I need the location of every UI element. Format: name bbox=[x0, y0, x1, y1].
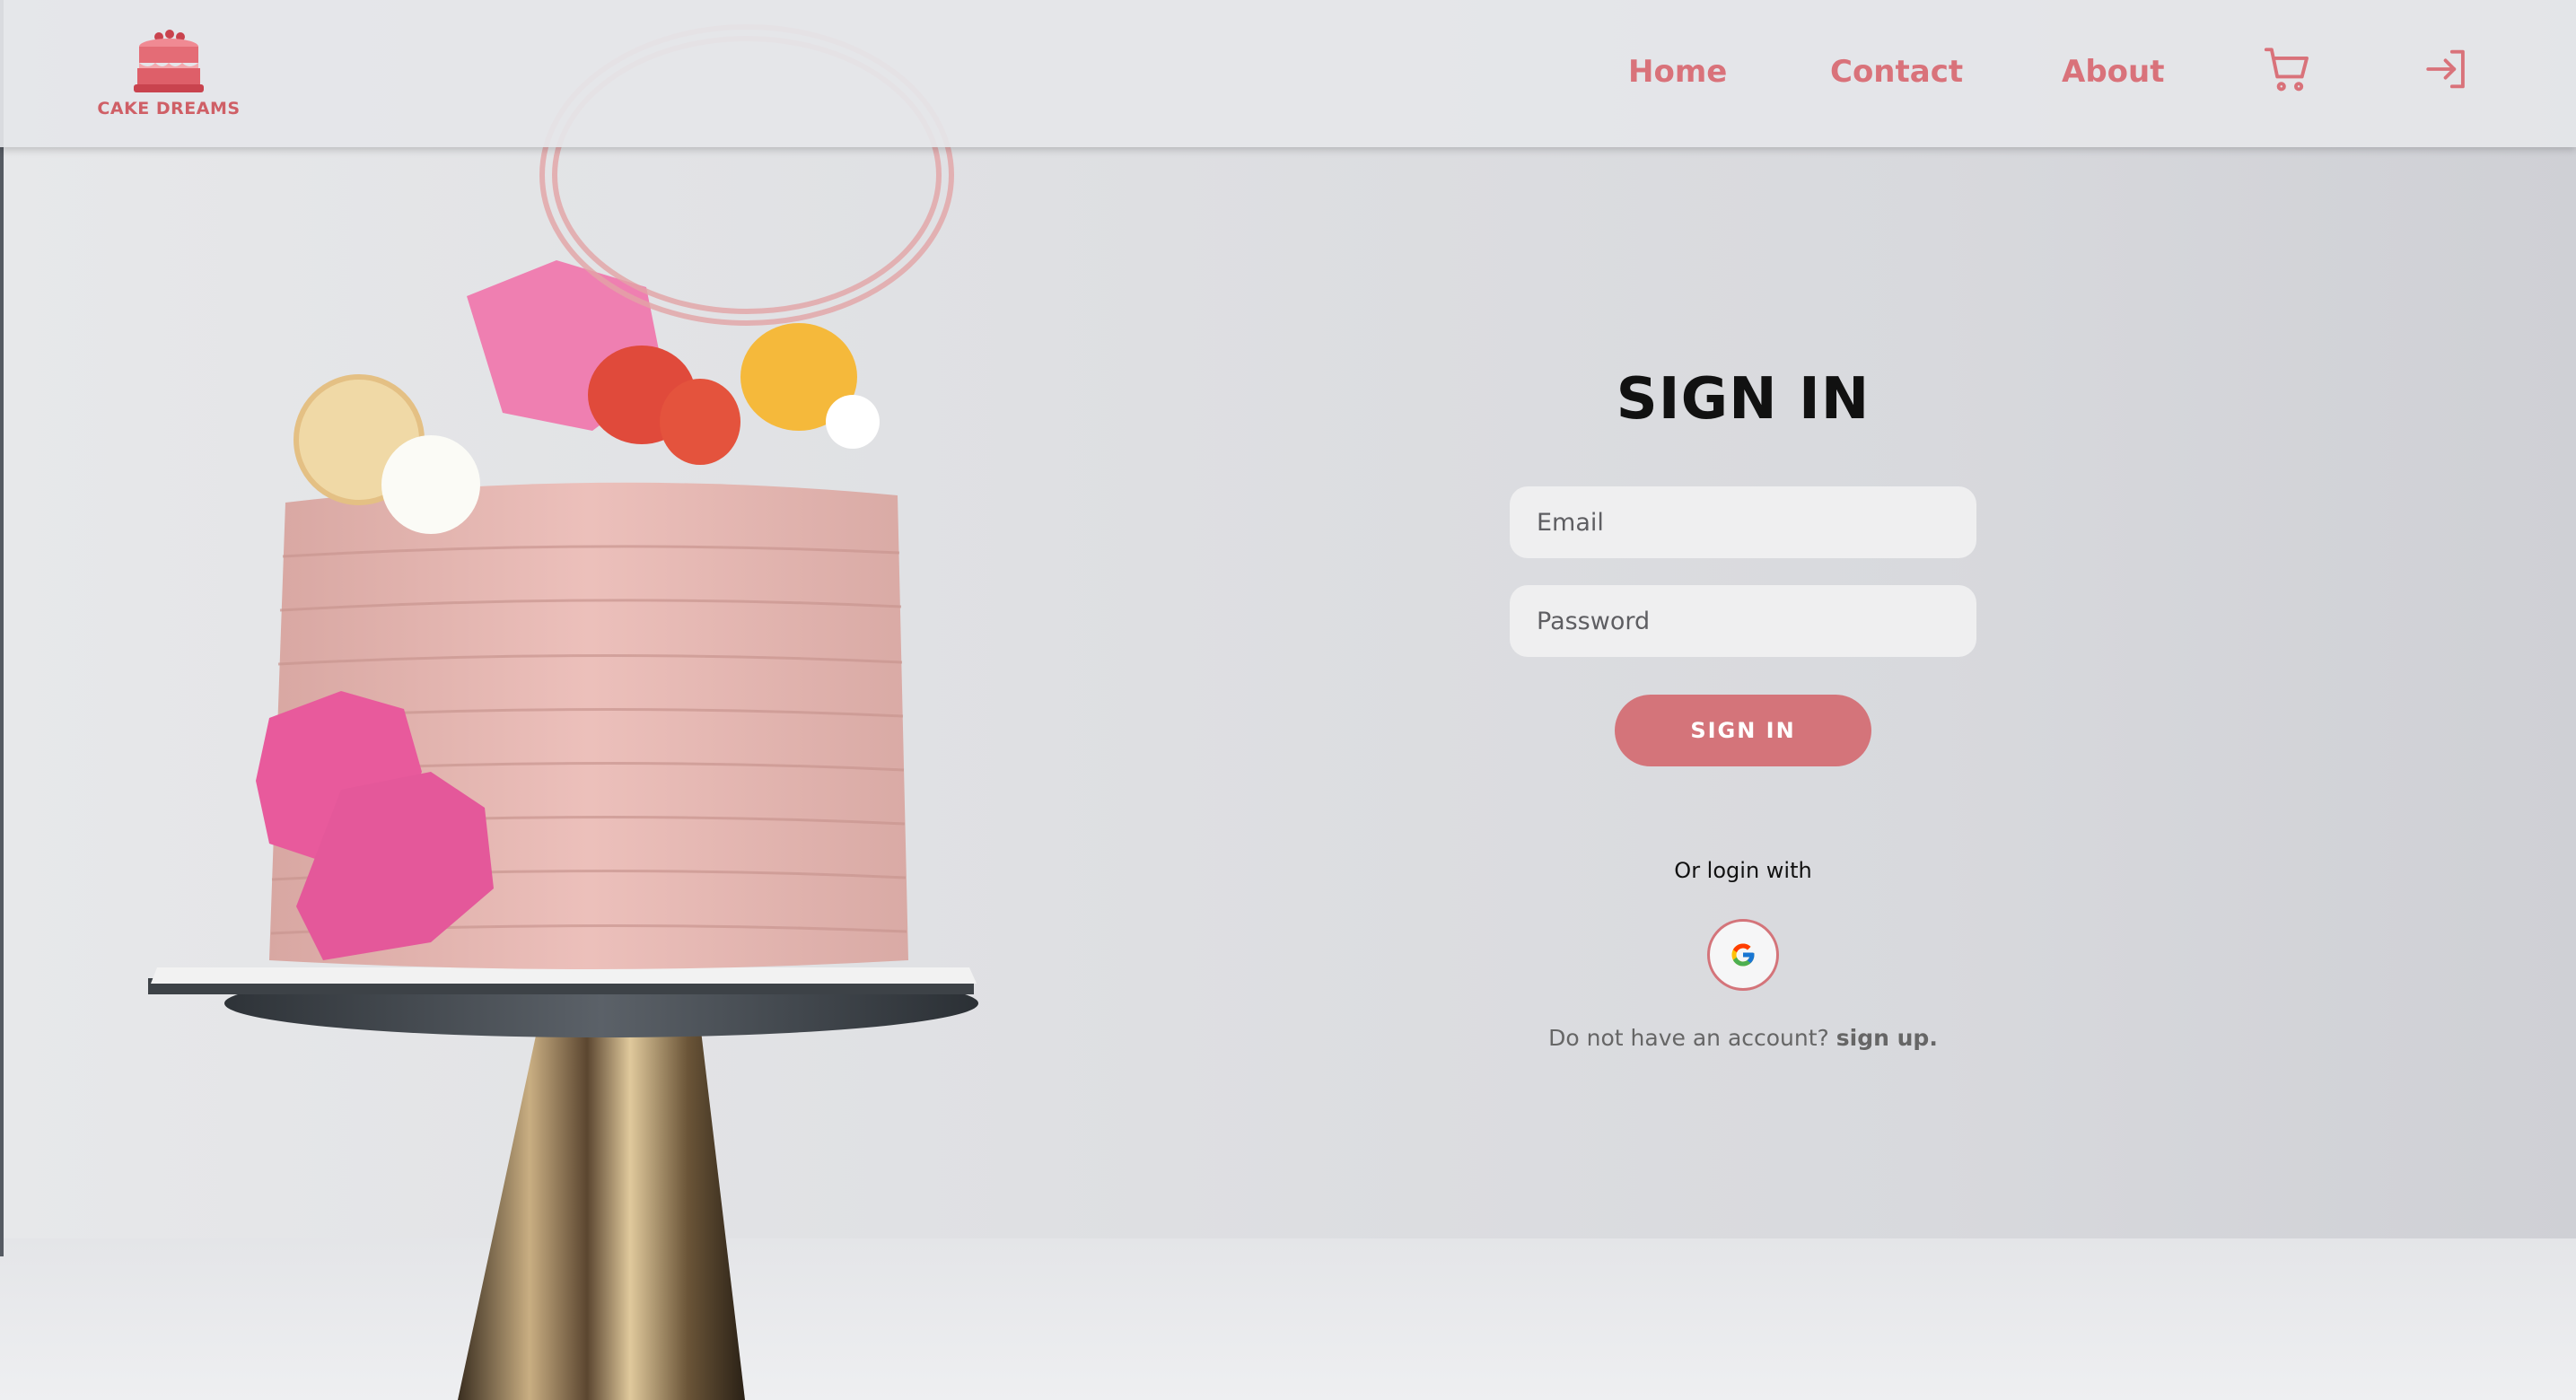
signup-link[interactable]: sign up. bbox=[1836, 1025, 1938, 1051]
background-scene bbox=[0, 0, 2576, 1400]
or-login-with-label: Or login with bbox=[1674, 858, 1812, 883]
nav-about-link[interactable]: About bbox=[2062, 54, 2164, 90]
password-field[interactable] bbox=[1510, 585, 1976, 657]
signup-prompt: Do not have an account? sign up. bbox=[1474, 1025, 2012, 1051]
google-icon bbox=[1731, 943, 1755, 967]
login-icon bbox=[2426, 49, 2465, 89]
nav-home-link[interactable]: Home bbox=[1628, 54, 1727, 90]
google-login-button[interactable] bbox=[1707, 919, 1779, 991]
brand-logo[interactable]: CAKE DREAMS bbox=[97, 29, 240, 124]
sign-in-button[interactable]: SIGN IN bbox=[1615, 695, 1871, 766]
cart-button[interactable] bbox=[2262, 43, 2314, 95]
cart-icon bbox=[2264, 48, 2309, 92]
email-field[interactable] bbox=[1510, 486, 1976, 558]
signup-prompt-text: Do not have an account? bbox=[1548, 1025, 1829, 1051]
login-button[interactable] bbox=[2422, 43, 2474, 95]
cake-icon bbox=[134, 30, 204, 92]
brand-name: CAKE DREAMS bbox=[97, 99, 241, 118]
page-title: SIGN IN bbox=[1616, 366, 1871, 433]
cake-illustration bbox=[148, 24, 978, 1400]
nav-contact-link[interactable]: Contact bbox=[1830, 54, 1963, 90]
top-navbar: CAKE DREAMS Home Contact About bbox=[0, 0, 2576, 147]
